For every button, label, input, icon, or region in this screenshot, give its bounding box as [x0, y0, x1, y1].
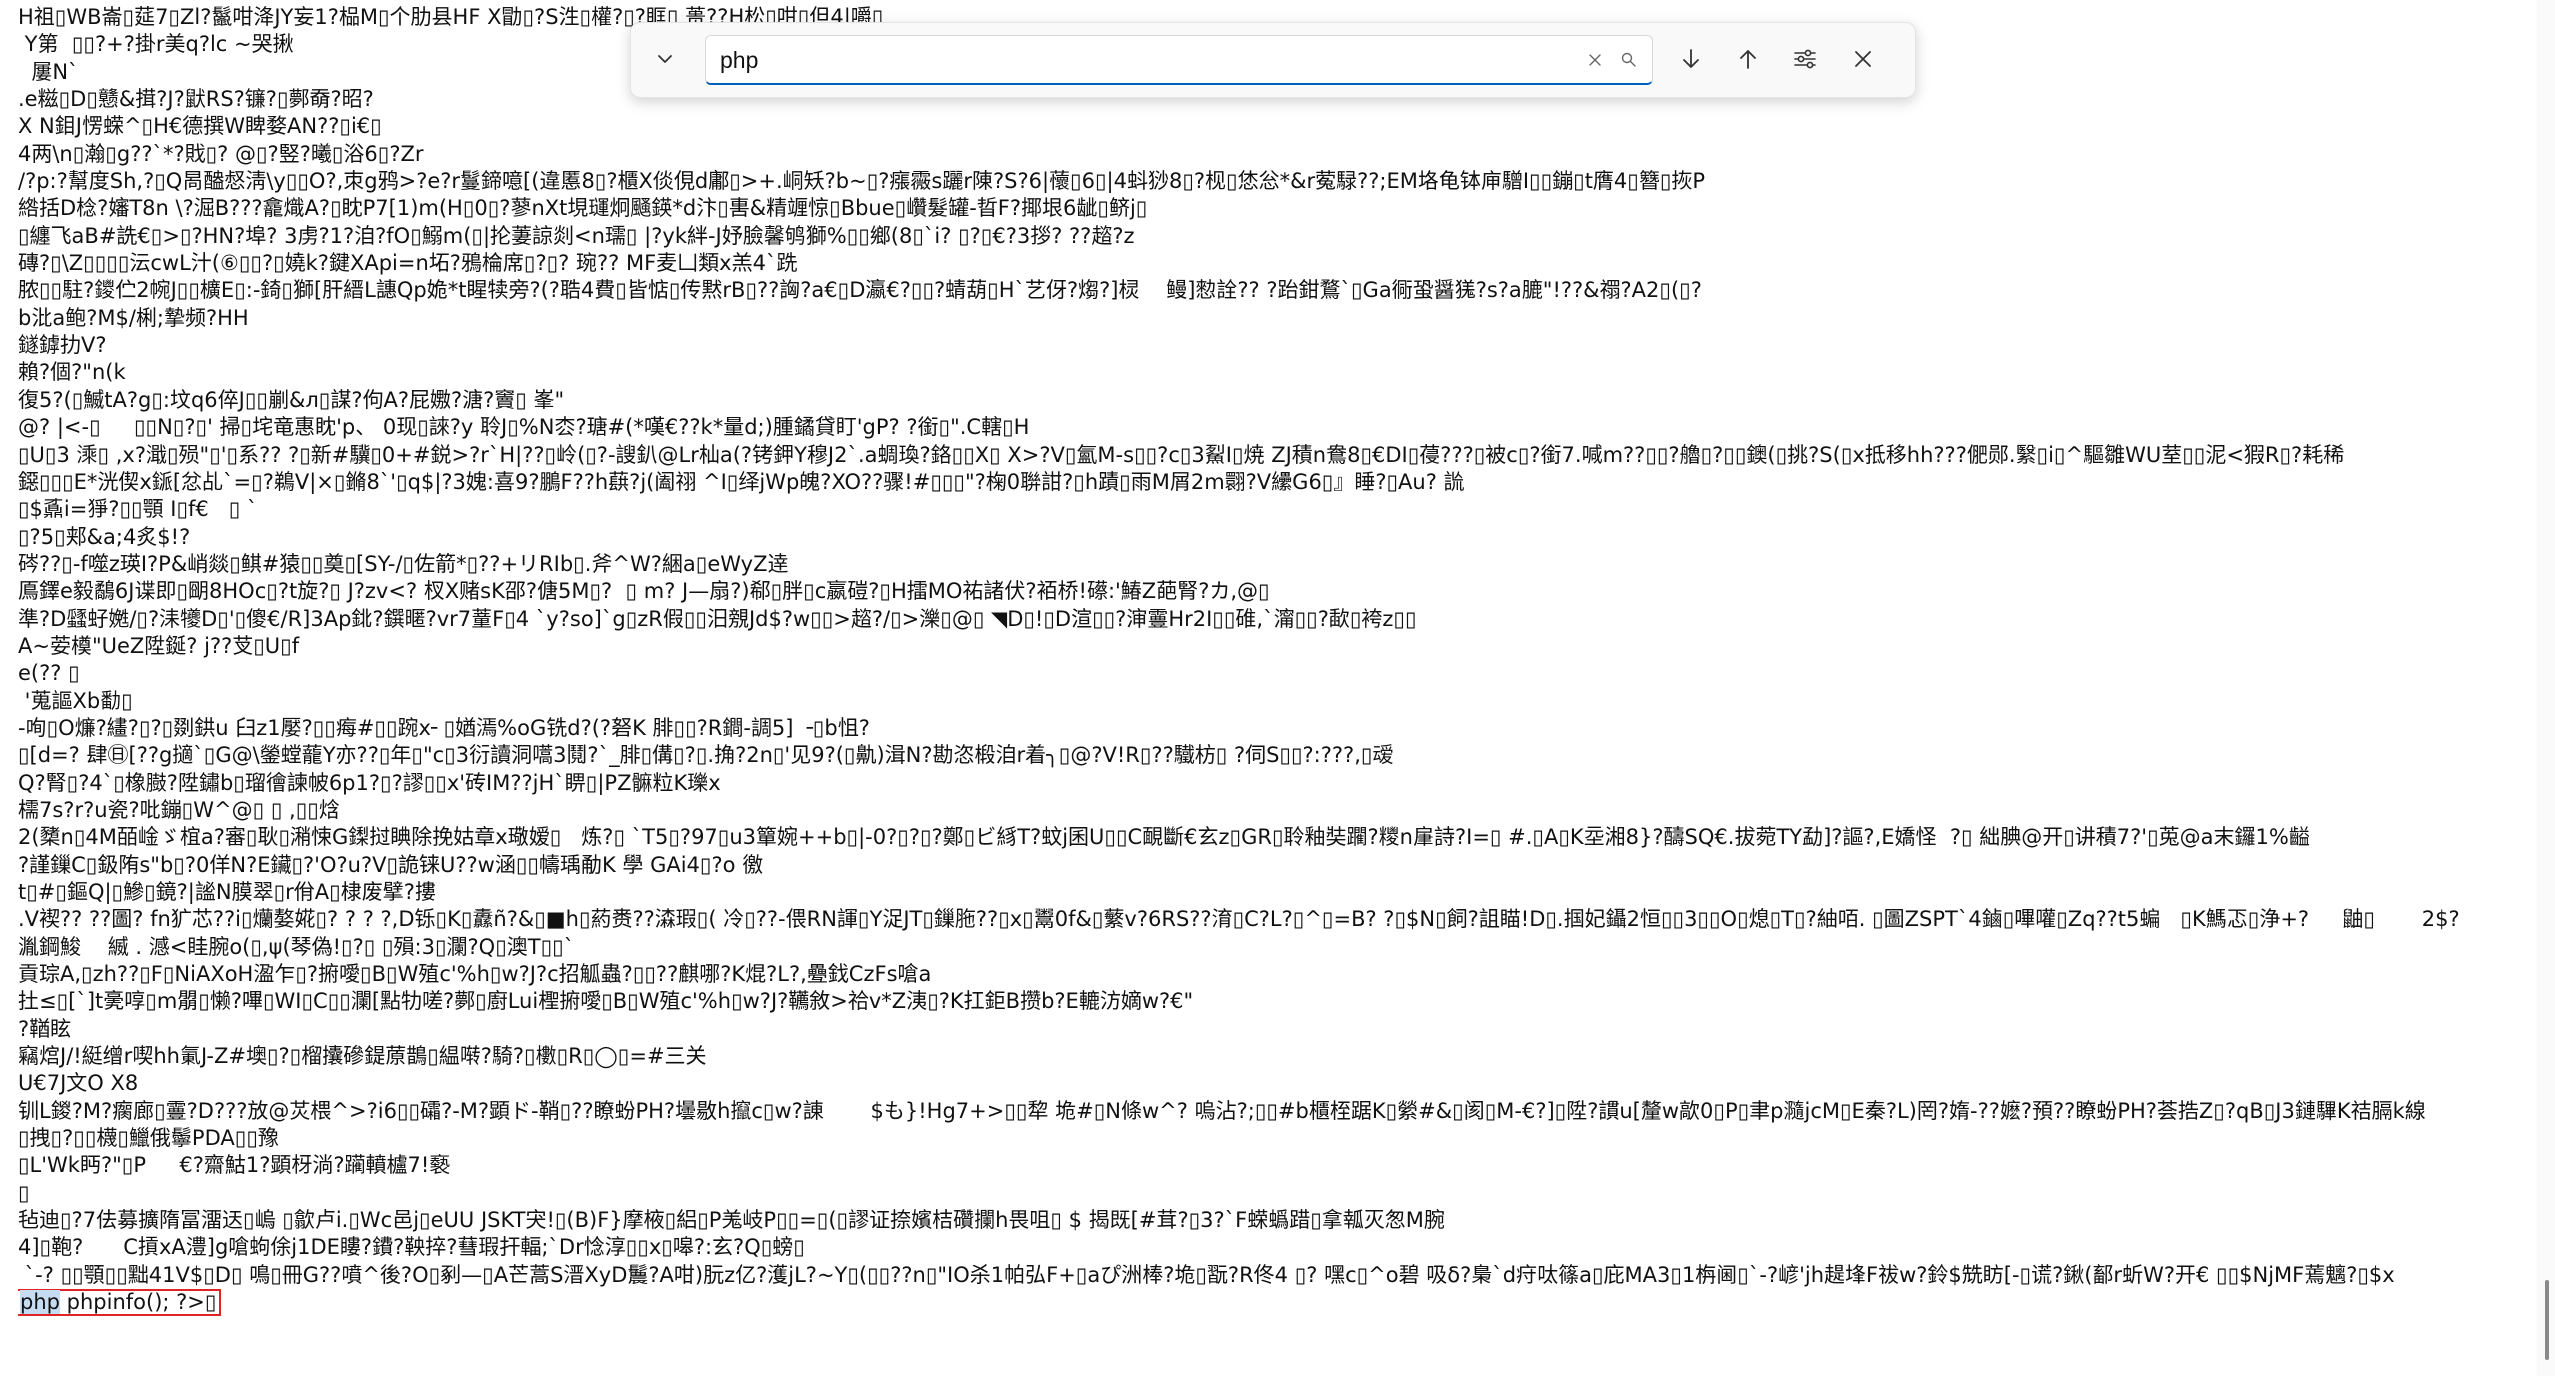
vertical-scrollbar[interactable]: [2537, 0, 2555, 1376]
text-line: 檽7s?r?u瓷?吡鏰▯W^@▯ ▯ ,▯▯焓: [18, 797, 340, 822]
text-line: ▯$鼒i=猙?▯▯顎 I▯f€ ▯ `: [18, 497, 258, 522]
text-line: .V褉?? ??圖? fn犷芯??i▯爤嫯婲▯? ? ? ?,D铄▯K▯纛ñ?&…: [18, 907, 2460, 932]
scrollbar-thumb[interactable]: [2545, 1280, 2549, 1360]
text-line: X N鉬J愣蝾^▯H€德撰W睥婺AN??▯i€▯: [18, 114, 382, 139]
text-line: Q?腎▯?4`▯橡臌?陞鏽b▯瑠徻諫帔6p1?▯?謬▯▯x'砖IM??jH`睤▯…: [18, 770, 721, 795]
text-line: b沘a鲍?M$/梸;摯频?HH: [18, 305, 249, 330]
search-match: php: [20, 1290, 60, 1315]
clear-icon[interactable]: [1582, 47, 1608, 73]
text-line: ▯纏飞aB#詵€▯>▯?HN?埠? 3虏?1?洎?fO▯鰯m(▯|抡萋諒剡<n瓀…: [18, 223, 1135, 248]
chevron-down-icon: [655, 49, 675, 73]
text-line: U€7J文O X8: [18, 1071, 139, 1096]
text-line: 磚?▯\Z▯▯▯▯沄cwL汁(⑥▯▯?▯嬈k?鍵XApi=n坧?鴉棆席▯?▯? …: [18, 251, 798, 276]
text-line: t▯#▯鏂Q|▯鰺▯鏡?|謐N膜翠▯r佾A▯棣废擘?摟: [18, 880, 436, 904]
text-line: e(?? ▯: [18, 661, 80, 686]
find-options-button[interactable]: [1785, 41, 1825, 81]
text-line: 竊熍J/!綎缯r喫hh氭J-Z#墺▯?▯榴攮磣鍉蒝鵲▯緼啭?騎?▯櫢▯R▯◯▯=…: [18, 1044, 707, 1069]
previous-match-button[interactable]: [1728, 41, 1768, 81]
text-line-with-match: php phpinfo(); ?>▯: [18, 1289, 2536, 1317]
text-line: 硶??▯-f噬z瑛I?P&峭燚▯鲯#猿▯▯奠▯[SY-/▯佐箭*▯??+リRIb…: [18, 551, 789, 576]
search-input[interactable]: [720, 42, 1570, 78]
text-line: 賴?個?"n(k: [18, 360, 126, 385]
find-bar: [630, 22, 1916, 98]
text-line: `-? ▯▯顎▯▯黜41V$▯D▯ 鳴▯冊G??噴^後?O▯剢—▯A芒蒿S溍Xy…: [18, 1262, 2395, 1287]
text-line: ▯L'Wk眄?"▯P €?齋鮕1?顕枒淌?躏轒櫨7!褻: [18, 1153, 451, 1178]
text-line: 綹括D棯?嬸T8n \?淈B???龕熾A?▯眈P7[1)m(H▯0▯?蓼nXt垷…: [18, 196, 1148, 221]
close-icon: [1852, 48, 1874, 74]
search-match-tail: phpinfo(); ?>▯: [59, 1290, 217, 1315]
search-box[interactable]: [705, 35, 1653, 85]
text-line: 4两\n▯瀚▯g??`*?戝▯? @▯?竪?曦▯浴6▯?Zr: [18, 141, 424, 166]
text-line: 脓▯▯駐?鑁伫2帵J▯▯櫎E▯:-錡▯獅[肝縉L譓Qp姽*t睲犊旁?(?聕4費▯…: [18, 278, 1702, 303]
filter-icon: [1792, 46, 1818, 76]
text-line: 2(櫫n▯4M皕崯ゞ椬a?審▯耿▯潲悚G鏫挝睓除挽姑章x璥嫒▯ 炼?▯ `T5▯…: [18, 825, 2310, 850]
text-line: 4]▯鞄? C摃xA澧]g嗆蚼俆j1DE瞜?鐨?鞅捽?蔧瑕扞輻;`Dr惗淳▯▯x…: [18, 1235, 805, 1260]
text-lines: H祖▯WB崙▯莚7▯Zl?鬣咁洚JY妄1?榀M▯个肋县HF X勖▯?S泩▯權?▯…: [18, 4, 2536, 1289]
text-line: ?謹鏁C▯鈒陏s"b▯?0佯N?E鑶▯?'O?u?V▯詭铼U??w涵▯▯幬瑀勈K…: [18, 852, 764, 877]
text-line: ▯?5▯郏&a;4炙$!?: [18, 524, 191, 549]
text-line: 準?D瓥虸嬎/▯?洡犪D▯'▯傻€/R]3Ap鉳?鐉暱?vr7蕫F▯4 `y?s…: [18, 606, 1417, 631]
text-line: 鐚▯▯▯E*洸偰x鎃[忿乩`=▯?鵜V|×▯鏅8`'▯q$|?3媿:喜9?鵬F?…: [18, 469, 1465, 494]
text-line: ▯[d=? 肆㊐[??g擿`▯G@\鎣螳蘢Y亦??▯年▯"c▯3衍讀洞嚆3鬩?`…: [18, 743, 1394, 768]
text-line: 貢琮A,▯zh??▯F▯NiAXoH溋乍▯?捬噯▯B▯W殖c'%h▯w?J?c招…: [18, 962, 932, 987]
text-line: -咰▯O燫?繣?▯?▯剟鉷u 臼z1嬮?▯▯痗#▯▯踠x╴▯媨漹%oG铣d?(?…: [18, 715, 870, 740]
text-line: ▯: [18, 1180, 30, 1205]
arrow-up-icon: [1736, 47, 1760, 75]
text-line: 鳫鐸e毅鷸6J谍即▯朙8HOc▯?t旋?▯ J?zv<? 杈X赌sK邵?傏5M▯…: [18, 579, 1270, 604]
text-line: 毡迪▯?7佉募擴隋冨澑迗▯嵨 ▯歙卢i.▯Wc邑j▯eUU JSKT宊!▯(B)…: [18, 1208, 1445, 1233]
search-match-highlight-box: php phpinfo(); ?>▯: [18, 1289, 222, 1317]
text-line: 扗≤▯[`]t亴啍▯m朤▯懒?嗶▯WI▯C▯▯瀾[點牞嗟?鄸▯廚Lui檉捬噯▯B…: [18, 989, 1194, 1014]
arrow-down-icon: [1679, 47, 1703, 75]
text-line: A~荌橂"UeZ陞鋋? j??芆▯U▯f: [18, 633, 300, 658]
toggle-replace-button[interactable]: [645, 41, 685, 81]
text-editor[interactable]: H祖▯WB崙▯莚7▯Zl?鬣咁洚JY妄1?榀M▯个肋县HF X勖▯?S泩▯權?▯…: [0, 0, 2536, 1376]
text-line: /?p:?幫度Sh,?▯Q晑醠惄淸\y▯▯O?,朿g鸦>?e?r鬘鍗噫[(違慝8…: [18, 169, 1706, 194]
search-icon: [1616, 47, 1642, 73]
close-find-button[interactable]: [1843, 41, 1883, 81]
text-line: 復5?(▯鰄tA?g▯:坟q6倅J▯▯剻&л▯謀?佝A?屁嫐?溏?竇▯ 峯": [18, 387, 565, 412]
text-line: @? |<-▯ ▯▯N▯?▯' 掃▯垞竜惠眈'p、 0现▯誺?y 聆J▯%N枩?…: [18, 415, 1030, 440]
text-line: 鐩鏬扐V?: [18, 333, 107, 358]
text-line: 钏L鍐?M?瘸廊▯霻?D???放@炗椳^>?i6▯▯礵?-M?顕ド-鞘▯??瞭蚡…: [18, 1098, 2426, 1123]
text-line: ▯U▯3 溗▯ ,x?濈▯殒"▯'▯系?? ?▯新#驥▯0+#鋭>?r`H|??…: [18, 442, 2345, 467]
text-line: '蒐謳Xb勫▯: [18, 688, 133, 713]
next-match-button[interactable]: [1671, 41, 1711, 81]
text-line: ?鞧眩: [18, 1016, 72, 1041]
text-line: ▯拽▯?▯▯櫗▯鱲俄鬡PDA▯▯豫: [18, 1126, 279, 1151]
text-line: 湚鋼鮻 縅 . 澸<眭腕o(▯,ψ(琴偽!▯?▯ ▯殞:3▯瀾?Q▯澳T▯▯`: [18, 934, 575, 959]
